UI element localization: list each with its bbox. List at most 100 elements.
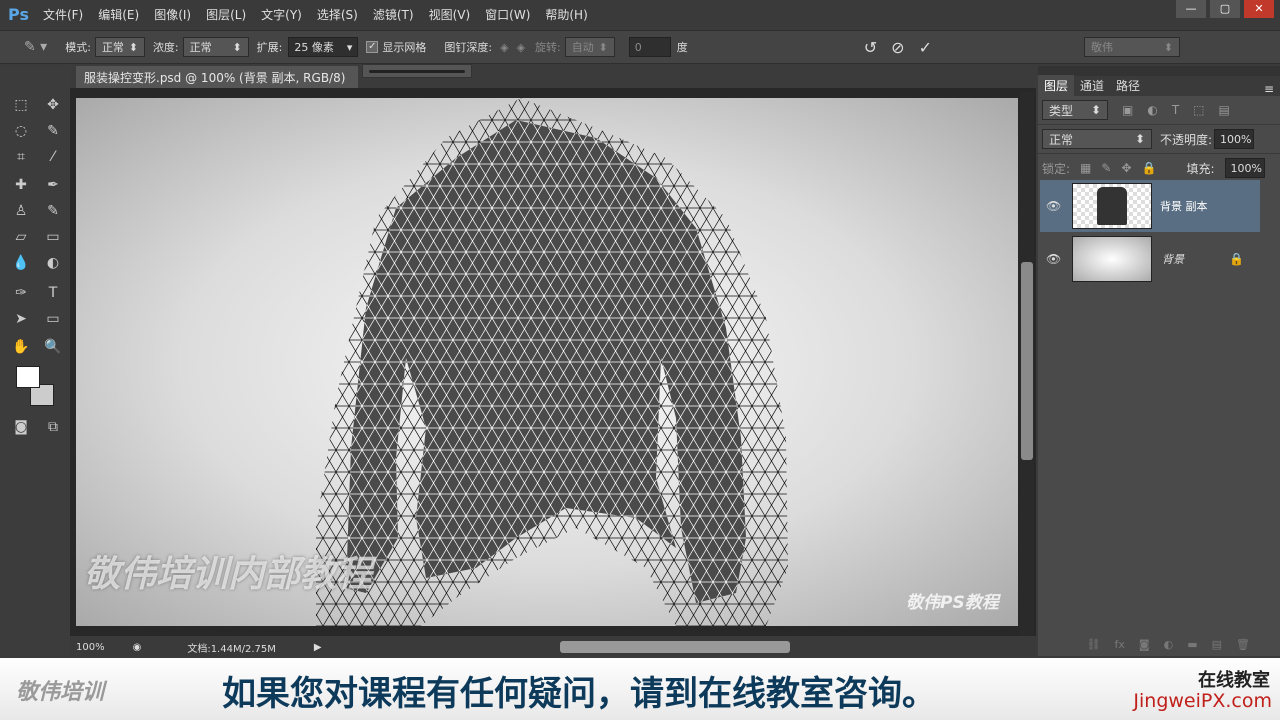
fx-icon[interactable]: fx bbox=[1115, 638, 1125, 656]
layer-thumbnail bbox=[1072, 183, 1152, 229]
options-bar: ✎ ▾ 模式: 正常 ⬍ 浓度: 正常 ⬍ 扩展: 25 像素 ▾ ✓ 显示网格 图钉… bbox=[0, 30, 1280, 64]
eyedropper-tool-icon[interactable]: ⁄ bbox=[42, 146, 64, 168]
visibility-eye-icon[interactable]: 👁 bbox=[1046, 252, 1061, 266]
visibility-eye-icon[interactable]: 👁 bbox=[1046, 199, 1061, 213]
tab-channels[interactable]: 通道 bbox=[1074, 75, 1110, 96]
type-tool-icon[interactable]: T bbox=[42, 282, 64, 304]
screen-mode-icon[interactable]: ⧉ bbox=[42, 416, 64, 438]
lock-paint-icon[interactable]: ✎ bbox=[1101, 161, 1111, 175]
minimize-button[interactable]: — bbox=[1176, 0, 1206, 18]
menu-layer[interactable]: 图层(L) bbox=[206, 6, 246, 23]
show-mesh-label: 显示网格 bbox=[382, 41, 427, 54]
quick-mask-icon[interactable]: ◙ bbox=[10, 416, 32, 438]
puppet-warp-tool-icon[interactable]: ✎ ▾ bbox=[24, 39, 47, 55]
lock-transparent-icon[interactable]: ▦ bbox=[1080, 161, 1091, 175]
show-mesh-checkbox[interactable]: ✓ bbox=[366, 41, 379, 53]
lock-position-icon[interactable]: ✥ bbox=[1121, 161, 1131, 175]
density-select[interactable]: 正常 ⬍ bbox=[182, 37, 249, 57]
menu-edit[interactable]: 编辑(E) bbox=[98, 6, 139, 23]
workspace-select[interactable]: 敬伟 ⬍ bbox=[1083, 37, 1180, 57]
add-mask-icon[interactable]: ◙ bbox=[1139, 638, 1150, 656]
path-select-tool-icon[interactable]: ➤ bbox=[10, 308, 32, 330]
pin-backward-icon[interactable]: ◈ bbox=[517, 41, 525, 54]
quick-select-tool-icon[interactable]: ✎ bbox=[42, 120, 64, 142]
brand-logo: 敬伟培训 bbox=[16, 680, 105, 705]
menu-type[interactable]: 文字(Y) bbox=[261, 6, 302, 23]
link-layers-icon[interactable]: ⛓ bbox=[1087, 638, 1101, 656]
hand-tool-icon[interactable]: ✋ bbox=[10, 336, 32, 358]
menu-image[interactable]: 图像(I) bbox=[154, 6, 191, 23]
filter-adjust-icon[interactable]: ◐ bbox=[1147, 103, 1157, 117]
crop-tool-icon[interactable]: ⌗ bbox=[10, 146, 32, 168]
new-group-icon[interactable]: ▬ bbox=[1187, 638, 1197, 656]
pen-tool-icon[interactable]: ✑ bbox=[10, 282, 32, 304]
filter-type-icon[interactable]: T bbox=[1172, 103, 1179, 117]
close-button[interactable]: ✕ bbox=[1244, 0, 1274, 18]
tools-panel: ⬚ ✥ ◌ ✎ ⌗ ⁄ ✚ ✒ ♙ ✎ ▱ ▭ 💧 ◐ ✑ T ➤ ▭ ✋ 🔍 … bbox=[0, 66, 70, 656]
menu-select[interactable]: 选择(S) bbox=[317, 6, 358, 23]
layer-name[interactable]: 背景 bbox=[1162, 251, 1184, 267]
adjustment-layer-icon[interactable]: ◐ bbox=[1164, 638, 1174, 656]
dodge-tool-icon[interactable]: ◐ bbox=[42, 252, 64, 274]
lasso-tool-icon[interactable]: ◌ bbox=[10, 120, 32, 142]
rectangle-tool-icon[interactable]: ▭ bbox=[42, 308, 64, 330]
panel-menu-icon[interactable]: ≡ bbox=[1264, 82, 1274, 96]
gradient-tool-icon[interactable]: ▭ bbox=[42, 226, 64, 248]
layer-row-background[interactable]: 👁 背景 🔒 bbox=[1040, 233, 1260, 285]
marquee-tool-icon[interactable]: ⬚ bbox=[10, 94, 32, 116]
document-tab[interactable]: 服装操控变形.psd @ 100% (背景 副本, RGB/8) bbox=[76, 66, 358, 88]
expand-slider[interactable] bbox=[362, 64, 472, 78]
tab-layers[interactable]: 图层 bbox=[1038, 75, 1075, 96]
layer-row-background-copy[interactable]: 👁 背景 副本 bbox=[1040, 180, 1260, 232]
pin-forward-icon[interactable]: ◈ bbox=[500, 41, 508, 54]
density-label: 浓度: bbox=[152, 41, 179, 54]
tab-paths[interactable]: 路径 bbox=[1110, 75, 1146, 96]
pin-depth-label: 图钉深度: bbox=[444, 41, 493, 54]
status-menu-icon[interactable]: ◉ bbox=[133, 642, 142, 653]
menu-window[interactable]: 窗口(W) bbox=[485, 6, 530, 23]
blur-tool-icon[interactable]: 💧 bbox=[10, 252, 32, 274]
menu-filter[interactable]: 滤镜(T) bbox=[373, 6, 414, 23]
menu-file[interactable]: 文件(F) bbox=[43, 6, 83, 23]
zoom-tool-icon[interactable]: 🔍 bbox=[42, 336, 64, 358]
layer-filter-value: 类型 bbox=[1049, 103, 1074, 118]
move-tool-icon[interactable]: ✥ bbox=[42, 94, 64, 116]
mode-select[interactable]: 正常 ⬍ bbox=[94, 37, 145, 57]
expand-label: 扩展: bbox=[256, 41, 283, 54]
filter-pixel-icon[interactable]: ▣ bbox=[1122, 103, 1133, 117]
reset-icon[interactable]: ↺ bbox=[864, 38, 877, 57]
filter-smart-icon[interactable]: ▤ bbox=[1219, 103, 1230, 117]
blend-mode-select[interactable]: 正常 ⬍ bbox=[1042, 129, 1152, 149]
foreground-color-swatch[interactable] bbox=[16, 366, 40, 388]
expand-input[interactable]: 25 像素 ▾ bbox=[288, 37, 359, 57]
new-layer-icon[interactable]: ▤ bbox=[1212, 638, 1222, 656]
stamp-tool-icon[interactable]: ♙ bbox=[10, 200, 32, 222]
status-bar: 100% ◉ 文档:1.44M/2.75M ▶ bbox=[70, 637, 1036, 657]
history-brush-tool-icon[interactable]: ✎ bbox=[42, 200, 64, 222]
menu-help[interactable]: 帮助(H) bbox=[545, 6, 587, 23]
workspace-value: 敬伟 bbox=[1090, 41, 1113, 54]
commit-check-icon[interactable]: ✓ bbox=[919, 38, 932, 57]
delete-layer-icon[interactable]: 🗑 bbox=[1236, 638, 1250, 656]
zoom-level[interactable]: 100% bbox=[76, 642, 105, 653]
opacity-input[interactable]: 100% bbox=[1214, 129, 1255, 149]
healing-tool-icon[interactable]: ✚ bbox=[10, 174, 32, 196]
layer-filter-select[interactable]: 类型 ⬍ bbox=[1042, 100, 1108, 120]
filter-shape-icon[interactable]: ⬚ bbox=[1193, 103, 1204, 117]
brush-tool-icon[interactable]: ✒ bbox=[42, 174, 64, 196]
angle-input[interactable]: 0 bbox=[628, 37, 671, 57]
rotate-select[interactable]: 自动 ⬍ bbox=[564, 37, 615, 57]
layer-name[interactable]: 背景 副本 bbox=[1160, 198, 1208, 214]
cancel-icon[interactable]: ⊘ bbox=[891, 38, 904, 57]
menu-bar: Ps 文件(F) 编辑(E) 图像(I) 图层(L) 文字(Y) 选择(S) 滤… bbox=[0, 0, 1280, 28]
status-arrow-icon[interactable]: ▶ bbox=[314, 642, 322, 653]
document-canvas[interactable]: 敬伟培训内部教程 敬伟PS教程 bbox=[76, 98, 1018, 626]
fill-input[interactable]: 100% bbox=[1224, 158, 1265, 178]
horizontal-scroll-thumb[interactable] bbox=[560, 641, 790, 653]
lock-all-icon[interactable]: 🔒 bbox=[1142, 161, 1157, 175]
maximize-button[interactable]: ▢ bbox=[1210, 0, 1240, 18]
menu-view[interactable]: 视图(V) bbox=[429, 6, 471, 23]
eraser-tool-icon[interactable]: ▱ bbox=[10, 226, 32, 248]
subtitle-text: 如果您对课程有任何疑问，请到在线教室咨询。 bbox=[222, 674, 936, 714]
vertical-scroll-thumb[interactable] bbox=[1021, 262, 1033, 460]
